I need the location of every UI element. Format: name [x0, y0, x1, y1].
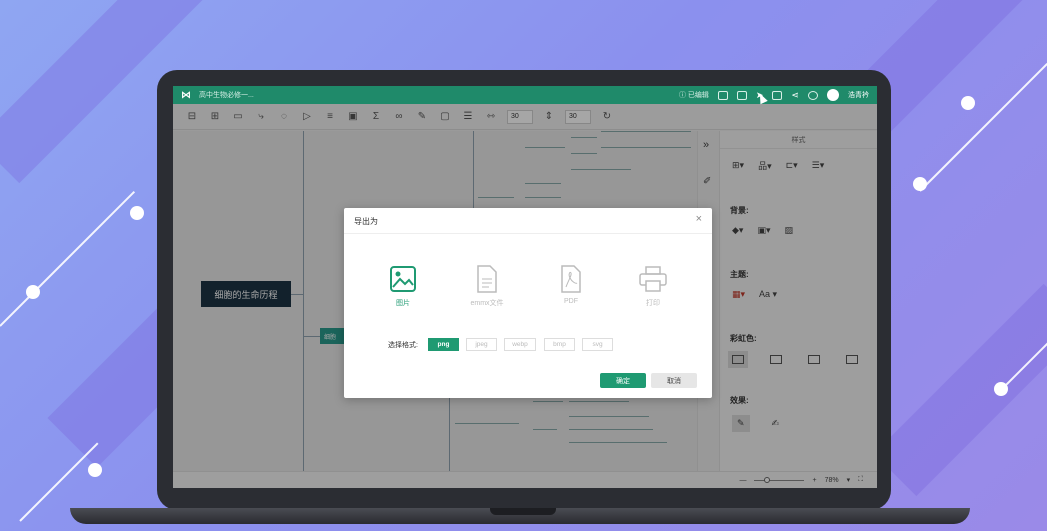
export-option-emmx[interactable]: emmx文件	[460, 264, 514, 308]
bg-stripe	[873, 283, 1047, 497]
bg-dot	[88, 463, 102, 477]
format-jpeg-button[interactable]: jpeg	[466, 338, 497, 351]
format-svg-button[interactable]: svg	[582, 338, 613, 351]
export-option-label: PDF	[564, 298, 578, 305]
export-option-label: 图片	[396, 300, 410, 307]
dialog-title: 导出为	[354, 217, 378, 226]
laptop-notch	[490, 508, 556, 515]
export-option-image[interactable]: 图片	[376, 264, 430, 308]
edit-status: ⓘ 已编辑	[678, 92, 709, 99]
app-screen: ⋈ 高中生物必修一... ⓘ 已编辑 ➤ ⋖ 浩青衿 ⊟ ⊞ ▭ ⤷ ◌ ▷ ≡…	[173, 86, 877, 488]
pdf-icon	[557, 264, 585, 294]
share-icon[interactable]: ⋖	[791, 90, 799, 101]
close-icon[interactable]: ×	[696, 213, 702, 225]
avatar[interactable]	[827, 89, 839, 101]
export-option-label: emmx文件	[470, 300, 504, 307]
bg-dot	[913, 177, 927, 191]
printer-icon	[639, 264, 667, 294]
image-icon	[389, 264, 417, 294]
edit-status-text: 已编辑	[687, 92, 709, 99]
settings-icon[interactable]	[808, 90, 818, 100]
bg-line	[0, 190, 136, 327]
cancel-button[interactable]: 取消	[651, 373, 697, 388]
format-png-button[interactable]: png	[428, 338, 459, 351]
user-name[interactable]: 浩青衿	[848, 90, 869, 100]
export-option-pdf[interactable]: PDF	[544, 264, 598, 305]
bg-dot	[26, 285, 40, 299]
save-icon[interactable]	[717, 90, 728, 100]
export-option-label: 打印	[646, 300, 660, 307]
title-bar-actions: ⓘ 已编辑 ➤ ⋖ 浩青衿	[679, 89, 877, 101]
export-icon[interactable]	[772, 90, 783, 100]
bg-dot	[961, 96, 975, 110]
export-option-print[interactable]: 打印	[626, 264, 680, 308]
document-title[interactable]: 高中生物必修一...	[199, 90, 679, 100]
format-webp-button[interactable]: webp	[504, 338, 536, 351]
app-logo-icon: ⋈	[181, 89, 191, 101]
bg-dot	[130, 206, 144, 220]
file-icon	[473, 264, 501, 294]
confirm-button[interactable]: 确定	[600, 373, 646, 388]
choose-format-label: 选择格式:	[388, 342, 418, 349]
dialog-divider	[344, 233, 712, 234]
bg-dot	[994, 382, 1008, 396]
title-bar: ⋈ 高中生物必修一... ⓘ 已编辑 ➤ ⋖ 浩青衿	[173, 86, 877, 104]
export-dialog: 导出为 × 图片 emmx文件 PDF 打印 选择格式: png jpeg we…	[344, 208, 712, 398]
format-bmp-button[interactable]: bmp	[544, 338, 575, 351]
history-icon[interactable]	[736, 90, 747, 100]
